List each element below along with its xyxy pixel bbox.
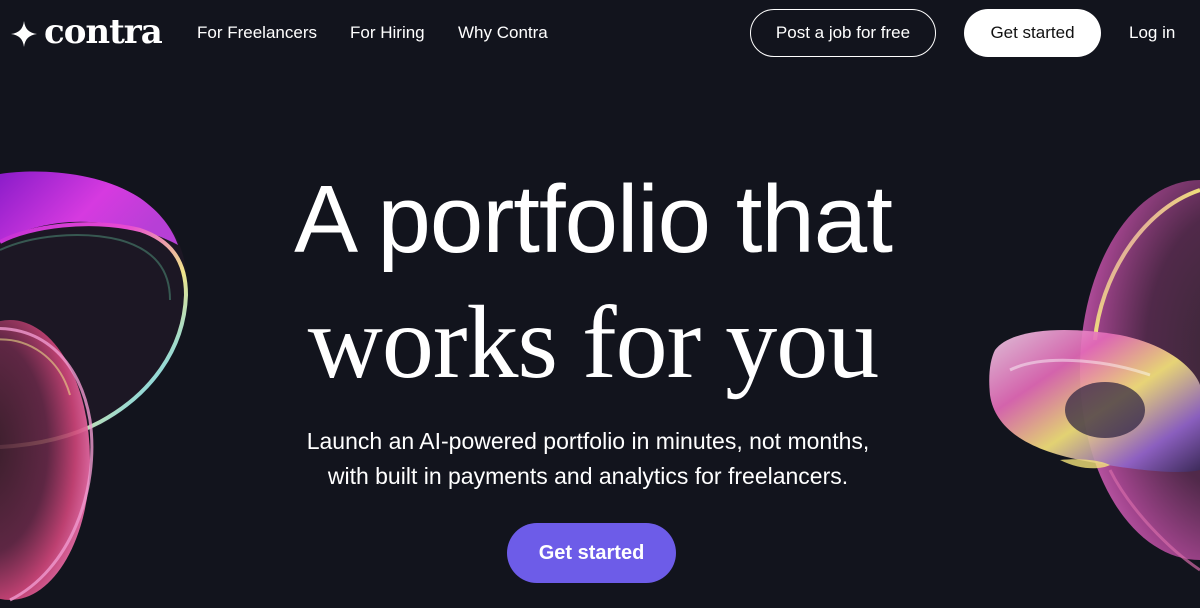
hero-get-started-button[interactable]: Get started: [507, 523, 676, 583]
hero-subtitle: Launch an AI-powered portfolio in minute…: [0, 424, 1176, 494]
hero-subtitle-line-1: Launch an AI-powered portfolio in minute…: [306, 428, 870, 454]
sparkle-star-icon: [11, 21, 37, 47]
contra-logo[interactable]: contra: [10, 12, 163, 54]
top-navigation: contra For Freelancers For Hiring Why Co…: [0, 0, 1200, 66]
nav-get-started-button[interactable]: Get started: [964, 9, 1101, 57]
nav-link-for-hiring[interactable]: For Hiring: [350, 22, 425, 44]
hero-title-line-2: works for you: [307, 285, 879, 400]
hero-subtitle-line-2: with built in payments and analytics for…: [327, 463, 849, 489]
login-link[interactable]: Log in: [1129, 22, 1175, 44]
post-job-button[interactable]: Post a job for free: [750, 9, 936, 57]
brand-name: contra: [44, 12, 163, 52]
nav-link-for-freelancers[interactable]: For Freelancers: [197, 22, 317, 44]
landing-page: contra For Freelancers For Hiring Why Co…: [0, 0, 1200, 608]
nav-link-why-contra[interactable]: Why Contra: [458, 22, 548, 44]
hero-title-line-1: A portfolio that: [294, 166, 893, 273]
